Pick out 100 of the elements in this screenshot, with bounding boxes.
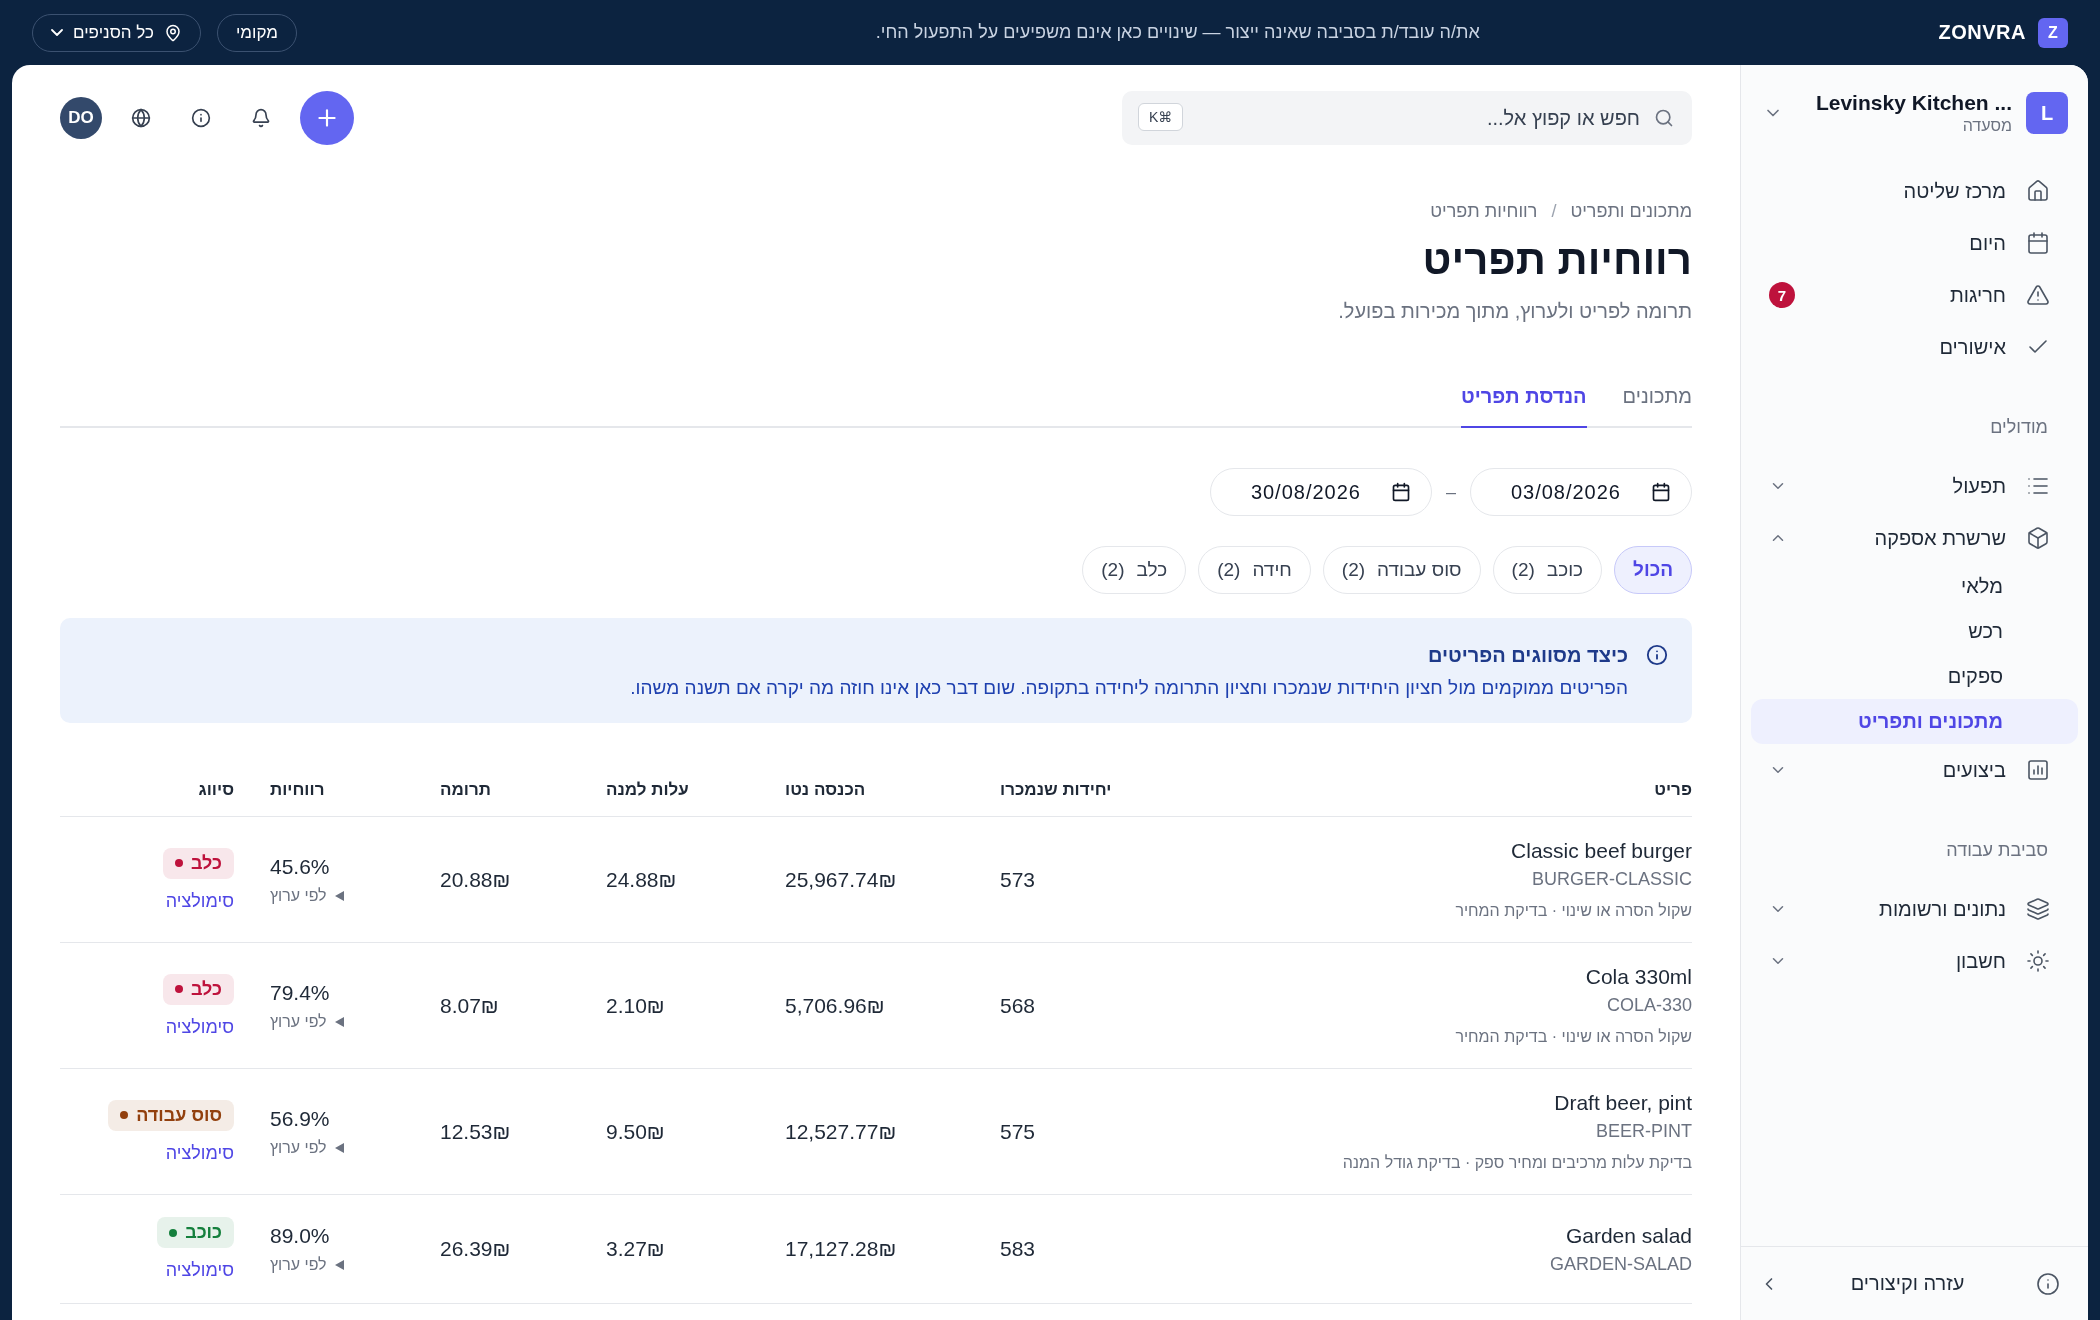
item-hint: בדיקת עלות מרכיבים ומחיר ספק · בדיקת גודל המנה bbox=[1342, 1154, 1692, 1172]
column-header: רווחיות bbox=[270, 779, 325, 800]
nav-subitem[interactable]: מלאי bbox=[1751, 564, 2078, 609]
class-badge: כלב bbox=[162, 847, 234, 879]
column-header: יחידות שנמכרו bbox=[1000, 779, 1112, 800]
item-hint: שקול הסרה או שינוי · בדיקת המחיר bbox=[1455, 1028, 1692, 1046]
nav-item[interactable]: נתונים ורשומות bbox=[1751, 883, 2078, 935]
table-cell: 5,706.96₪ bbox=[785, 993, 885, 1018]
column-header: עלות למנה bbox=[606, 779, 689, 800]
simulate-link[interactable]: סימולציה bbox=[165, 1142, 234, 1164]
column-header: סיווג bbox=[198, 779, 234, 800]
nav-item[interactable]: אישורים bbox=[1751, 321, 2078, 373]
brand-logo: Z bbox=[2038, 17, 2068, 48]
info-title: כיצד מסווגים הפריטים bbox=[1426, 644, 1628, 667]
table-cell: 79.4% bbox=[270, 980, 330, 1005]
nav-subitem[interactable]: רכש bbox=[1751, 609, 2078, 654]
tab[interactable]: מתכונים bbox=[1622, 385, 1692, 428]
nav-item[interactable]: חשבון bbox=[1751, 935, 2078, 987]
nav-item[interactable]: היום bbox=[1751, 217, 2078, 269]
nav-item[interactable]: מרכז שליטה bbox=[1751, 165, 2078, 217]
item-name: Draft beer, pint bbox=[1554, 1091, 1692, 1115]
table-cell: 12,527.77₪ bbox=[785, 1119, 897, 1144]
item-sku: GARDEN-SALAD bbox=[1549, 1253, 1692, 1275]
caret-icon[interactable] bbox=[334, 1016, 344, 1027]
page-title: רווחיות תפריט bbox=[1421, 236, 1692, 284]
range-separator: – bbox=[1446, 481, 1456, 503]
nav-item[interactable]: ביצועים bbox=[1751, 744, 2078, 796]
warning-icon bbox=[2026, 283, 2050, 307]
table-cell: 12.53₪ bbox=[440, 1119, 511, 1144]
item-name: Garden salad bbox=[1565, 1223, 1692, 1248]
filter-chip[interactable]: הכול bbox=[1614, 546, 1692, 594]
simulate-link[interactable]: סימולציה bbox=[165, 1016, 234, 1038]
breakdown-note[interactable]: לפי ערוץ bbox=[270, 1012, 327, 1031]
globe-icon bbox=[131, 108, 151, 128]
user-avatar[interactable]: DO bbox=[60, 97, 102, 139]
item-name: Classic beef burger bbox=[1511, 839, 1692, 863]
info-text: הפריטים ממוקמים מול חציון היחידות שנמכרו וחציון התרומה ליחידה בתקופה. שום דבר כאן אינו חוזה מה יקרה אם תשנה משהו. bbox=[630, 677, 1628, 699]
section-title: מודולים bbox=[1989, 417, 2049, 439]
calendar-icon bbox=[2026, 231, 2050, 255]
home-icon bbox=[2026, 179, 2050, 203]
table-cell: 9.50₪ bbox=[606, 1119, 665, 1144]
count-badge: 7 bbox=[1769, 282, 1795, 308]
table-cell: 583 bbox=[1000, 1237, 1036, 1261]
breadcrumb-separator: / bbox=[1551, 201, 1557, 222]
table-cell: 20.88₪ bbox=[440, 867, 511, 892]
org-type: מסעדה bbox=[1961, 117, 2012, 135]
org-logo: L bbox=[2026, 92, 2068, 134]
table-cell: 3.27₪ bbox=[606, 1237, 665, 1261]
calendar-icon bbox=[1651, 482, 1671, 502]
environment-notice: את/ה עובד/ת בסביבה שאינה ייצור — שינויים כאן אינם משפיעים על התפעול החי. bbox=[874, 22, 1481, 43]
breakdown-note[interactable]: לפי ערוץ bbox=[270, 1138, 327, 1157]
item-name: Cola 330ml bbox=[1585, 965, 1692, 989]
nav-subitem[interactable]: ספקים bbox=[1751, 654, 2078, 699]
breakdown-note[interactable]: לפי ערוץ bbox=[270, 886, 327, 905]
bell-icon bbox=[251, 108, 271, 128]
item-hint: שקול הסרה או שינוי · בדיקת המחיר bbox=[1455, 902, 1692, 920]
chevron-down-icon bbox=[51, 29, 63, 36]
nav-item[interactable]: תפעול bbox=[1751, 460, 2078, 512]
class-badge: כוכב bbox=[157, 1217, 234, 1248]
simulate-link[interactable]: סימולציה bbox=[165, 890, 234, 912]
table-cell: 573 bbox=[1000, 867, 1036, 892]
brand-name: ZONVRA bbox=[1938, 21, 2026, 44]
tab[interactable]: הנדסת תפריט bbox=[1461, 385, 1587, 428]
table-cell: 2.10₪ bbox=[606, 993, 665, 1018]
table-cell: 26.39₪ bbox=[440, 1237, 511, 1261]
info-icon bbox=[191, 108, 211, 128]
box-icon bbox=[2026, 526, 2050, 550]
section-title: סביבת עבודה bbox=[1945, 840, 2049, 862]
shortcut-key: K⌘ bbox=[1138, 103, 1184, 131]
breakdown-note[interactable]: לפי ערוץ bbox=[270, 1256, 327, 1274]
column-header: תרומה bbox=[440, 779, 491, 800]
layers-icon bbox=[2026, 897, 2050, 921]
search-icon bbox=[1654, 108, 1674, 128]
caret-icon[interactable] bbox=[334, 890, 344, 901]
class-badge: כלב bbox=[162, 973, 234, 1005]
table-cell: 25,967.74₪ bbox=[785, 867, 897, 892]
item-sku: BURGER-CLASSIC bbox=[1531, 869, 1692, 890]
add-button[interactable] bbox=[300, 91, 354, 145]
breadcrumb-link[interactable]: רווחיות תפריט bbox=[1430, 201, 1538, 222]
table-cell: 17,127.28₪ bbox=[785, 1237, 897, 1261]
pin-icon bbox=[163, 23, 182, 42]
caret-icon[interactable] bbox=[334, 1142, 344, 1153]
org-name: Levinsky Kitchen ... bbox=[1814, 91, 2012, 115]
class-badge: סוס עבודה bbox=[108, 1099, 234, 1131]
nav-subitem[interactable]: מתכונים ותפריט bbox=[1751, 699, 2078, 744]
help-button[interactable]: עזרה וקיצורים bbox=[1741, 1246, 2088, 1320]
table-cell: 575 bbox=[1000, 1119, 1036, 1144]
table-cell: 24.88₪ bbox=[606, 867, 677, 892]
bar-chart-icon bbox=[2026, 758, 2050, 782]
calendar-icon bbox=[1391, 482, 1411, 502]
nav-item[interactable]: שרשרת אספקה bbox=[1751, 512, 2078, 564]
item-sku: BEER-PINT bbox=[1596, 1121, 1692, 1142]
simulate-link[interactable]: סימולציה bbox=[165, 1260, 234, 1281]
table-cell: 45.6% bbox=[270, 854, 330, 879]
item-sku: COLA-330 bbox=[1606, 995, 1692, 1016]
table-cell: 568 bbox=[1000, 993, 1036, 1018]
caret-icon[interactable] bbox=[334, 1260, 344, 1270]
table-cell: 56.9% bbox=[270, 1106, 330, 1131]
info-icon bbox=[2036, 1271, 2060, 1296]
breadcrumb-link[interactable]: מתכונים ותפריט bbox=[1570, 201, 1692, 222]
